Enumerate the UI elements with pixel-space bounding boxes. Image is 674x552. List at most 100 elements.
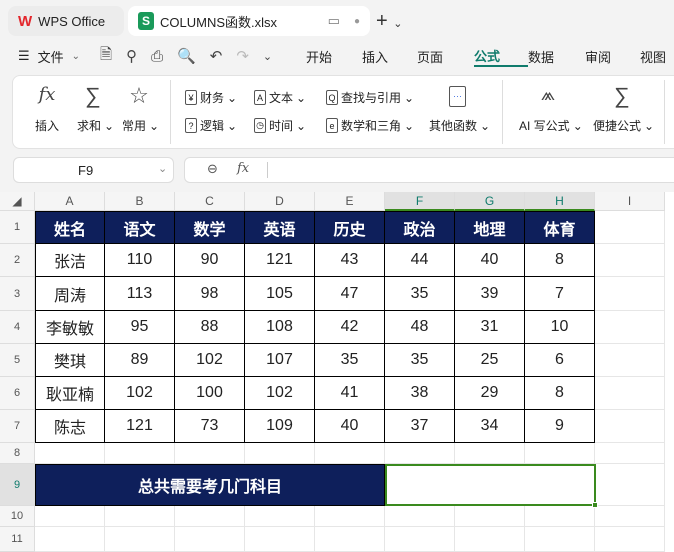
- cell[interactable]: [595, 410, 665, 443]
- table-cell[interactable]: 8: [525, 244, 595, 277]
- row-header-5[interactable]: 5: [0, 344, 35, 377]
- undo-icon[interactable]: ↶: [210, 47, 223, 65]
- table-header-cell[interactable]: 姓名: [35, 211, 105, 244]
- math-button[interactable]: e 数学和三角 ⌄: [326, 117, 414, 134]
- table-cell[interactable]: 40: [455, 244, 525, 277]
- table-cell[interactable]: 113: [105, 277, 175, 311]
- cell[interactable]: [245, 443, 315, 464]
- cell[interactable]: [525, 506, 595, 527]
- common-button[interactable]: 常用 ⌄: [122, 117, 159, 134]
- summary-result-cell-selected[interactable]: [385, 464, 596, 506]
- menu-page[interactable]: 页面: [417, 47, 474, 66]
- cell[interactable]: [525, 443, 595, 464]
- table-cell[interactable]: 89: [105, 344, 175, 377]
- column-header-A[interactable]: A: [35, 192, 105, 211]
- formula-bar[interactable]: ⊖ fx: [184, 157, 674, 183]
- table-cell[interactable]: 樊琪: [35, 344, 105, 377]
- cell[interactable]: [35, 527, 105, 552]
- cell[interactable]: [385, 527, 455, 552]
- table-cell[interactable]: 38: [385, 377, 455, 410]
- cell[interactable]: [35, 506, 105, 527]
- row-header-3[interactable]: 3: [0, 277, 35, 311]
- redo-icon[interactable]: ↷: [236, 47, 249, 65]
- text-button[interactable]: A 文本 ⌄: [254, 89, 306, 106]
- menu-data[interactable]: 数据: [528, 47, 585, 66]
- table-cell[interactable]: 43: [315, 244, 385, 277]
- sum-button[interactable]: 求和 ⌄: [77, 117, 114, 134]
- table-header-cell[interactable]: 地理: [455, 211, 525, 244]
- cell[interactable]: [315, 443, 385, 464]
- table-cell[interactable]: 8: [525, 377, 595, 410]
- table-cell[interactable]: 39: [455, 277, 525, 311]
- table-cell[interactable]: 35: [385, 277, 455, 311]
- cell[interactable]: [595, 344, 665, 377]
- table-cell[interactable]: 73: [175, 410, 245, 443]
- time-button[interactable]: ◷ 时间 ⌄: [254, 117, 306, 134]
- table-cell[interactable]: 107: [245, 344, 315, 377]
- cell[interactable]: [245, 506, 315, 527]
- cell[interactable]: [315, 506, 385, 527]
- select-all-corner[interactable]: ◢: [0, 192, 35, 211]
- table-cell[interactable]: 102: [175, 344, 245, 377]
- table-cell[interactable]: 31: [455, 311, 525, 344]
- table-cell[interactable]: 29: [455, 377, 525, 410]
- column-header-D[interactable]: D: [245, 192, 315, 211]
- table-header-cell[interactable]: 历史: [315, 211, 385, 244]
- table-header-cell[interactable]: 政治: [385, 211, 455, 244]
- cell[interactable]: [595, 277, 665, 311]
- table-cell[interactable]: 陈志: [35, 410, 105, 443]
- name-box[interactable]: F9 ⌄: [13, 157, 174, 183]
- table-cell[interactable]: 6: [525, 344, 595, 377]
- table-cell[interactable]: 34: [455, 410, 525, 443]
- cell[interactable]: [245, 527, 315, 552]
- chevron-down-icon[interactable]: ⌄: [263, 50, 272, 63]
- table-cell[interactable]: 102: [105, 377, 175, 410]
- save-icon[interactable]: 🗎: [100, 44, 112, 69]
- cell[interactable]: [595, 377, 665, 410]
- tab-wps-home[interactable]: W WPS Office: [8, 6, 124, 36]
- menu-view[interactable]: 视图: [640, 47, 674, 66]
- column-header-C[interactable]: C: [175, 192, 245, 211]
- tab-file[interactable]: S COLUMNS函数.xlsx ▭ ●: [128, 6, 370, 36]
- print-icon[interactable]: ⎙: [151, 48, 163, 65]
- cell[interactable]: [595, 506, 665, 527]
- menu-review[interactable]: 审阅: [585, 47, 640, 66]
- row-header-2[interactable]: 2: [0, 244, 35, 277]
- table-cell[interactable]: 95: [105, 311, 175, 344]
- cell[interactable]: [595, 244, 665, 277]
- cell[interactable]: [595, 211, 665, 244]
- table-cell[interactable]: 35: [315, 344, 385, 377]
- menu-insert[interactable]: 插入: [362, 47, 417, 66]
- cell[interactable]: [175, 443, 245, 464]
- cell[interactable]: [105, 506, 175, 527]
- table-cell[interactable]: 35: [385, 344, 455, 377]
- table-cell[interactable]: 110: [105, 244, 175, 277]
- row-header-4[interactable]: 4: [0, 311, 35, 344]
- row-header-8[interactable]: 8: [0, 443, 35, 464]
- cell[interactable]: [595, 311, 665, 344]
- table-cell[interactable]: 37: [385, 410, 455, 443]
- cell[interactable]: [105, 527, 175, 552]
- column-header-I[interactable]: I: [595, 192, 665, 211]
- column-header-F[interactable]: F: [385, 192, 455, 211]
- table-cell[interactable]: 90: [175, 244, 245, 277]
- cell[interactable]: [175, 506, 245, 527]
- cell[interactable]: [595, 527, 665, 552]
- table-cell[interactable]: 105: [245, 277, 315, 311]
- table-cell[interactable]: 耿亚楠: [35, 377, 105, 410]
- column-header-H[interactable]: H: [525, 192, 595, 211]
- cell[interactable]: [525, 527, 595, 552]
- row-header-10[interactable]: 10: [0, 506, 35, 527]
- chevron-down-icon[interactable]: ⌄: [158, 162, 167, 175]
- table-cell[interactable]: 109: [245, 410, 315, 443]
- table-cell[interactable]: 121: [245, 244, 315, 277]
- table-cell[interactable]: 48: [385, 311, 455, 344]
- other-functions-button[interactable]: 其他函数 ⌄: [429, 117, 490, 134]
- format-painter-icon[interactable]: ⚲: [126, 47, 137, 65]
- cell[interactable]: [385, 443, 455, 464]
- table-header-cell[interactable]: 体育: [525, 211, 595, 244]
- cell[interactable]: [105, 443, 175, 464]
- column-header-E[interactable]: E: [315, 192, 385, 211]
- column-header-G[interactable]: G: [455, 192, 525, 211]
- lookup-button[interactable]: Q 查找与引用 ⌄: [326, 89, 414, 106]
